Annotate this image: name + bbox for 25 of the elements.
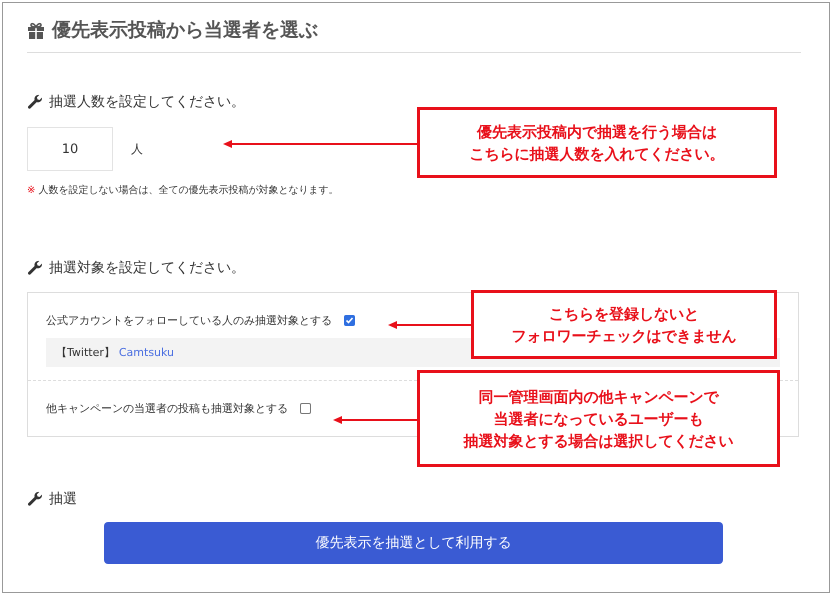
account-link[interactable]: Camtsuku <box>118 346 174 359</box>
callout-text: 同一管理画面内の他キャンペーンで <box>478 386 718 408</box>
callout-text: 抽選対象とする場合は選択してください <box>464 430 734 452</box>
option-label: 公式アカウントをフォローしている人のみ抽選対象とする <box>46 313 332 328</box>
page-title: 優先表示投稿から当選者を選ぶ <box>52 18 318 43</box>
section-heading: 抽選対象を設定してください。 <box>49 259 245 277</box>
count-input[interactable]: 10 <box>27 127 113 171</box>
section-heading: 抽選 <box>49 490 77 508</box>
callout-text: こちらに抽選人数を入れてください。 <box>470 144 724 164</box>
option-label: 他キャンペーンの当選者の投稿も抽選対象とする <box>46 401 288 416</box>
callout-text: こちらを登録しないと <box>549 304 699 324</box>
checkbox[interactable] <box>300 403 311 414</box>
wrench-icon <box>27 491 43 507</box>
wrench-icon <box>27 260 43 276</box>
callout-text: 当選者になっているユーザーも <box>494 408 704 430</box>
account-service: 【Twitter】 <box>56 345 115 360</box>
wrench-icon <box>27 94 43 110</box>
checkbox[interactable] <box>344 315 355 326</box>
note-text: ※ 人数を設定しない場合は、全ての優先表示投稿が対象となります。 <box>27 184 340 197</box>
draw-button[interactable]: 優先表示を抽選として利用する <box>104 522 723 564</box>
section-heading: 抽選人数を設定してください。 <box>49 93 245 111</box>
callout-text: フォロワーチェックはできません <box>512 326 736 346</box>
gift-icon <box>27 22 45 38</box>
callout-text: 優先表示投稿内で抽選を行う場合は <box>477 122 717 142</box>
unit-label: 人 <box>131 140 143 158</box>
